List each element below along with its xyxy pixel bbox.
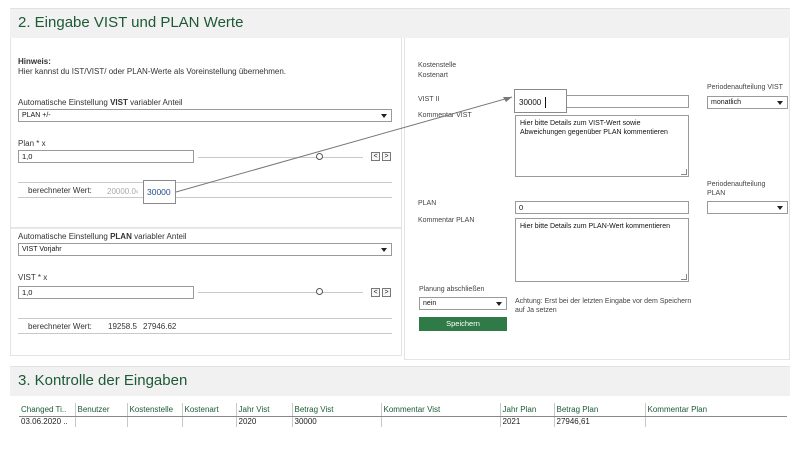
column-header[interactable]: Kostenart (182, 403, 237, 417)
table-cell: 03.06.2020 .. (19, 416, 76, 427)
column-header[interactable]: Changed Ti.. (19, 403, 76, 417)
table-cell: 2020 (236, 416, 293, 427)
column-header[interactable]: Betrag Vist (292, 403, 382, 417)
table-cell (645, 416, 787, 427)
column-header[interactable]: Betrag Plan (554, 403, 646, 417)
table-cell (381, 416, 501, 427)
table-row[interactable]: 03.06.2020 .. 2020 30000 2021 27946,61 (19, 416, 787, 427)
control-table: Changed Ti.. Benutzer Kostenstelle Koste… (19, 403, 787, 427)
table-header-row: Changed Ti.. Benutzer Kostenstelle Koste… (19, 403, 787, 417)
section-3-title: 3. Kontrolle der Eingaben (18, 372, 188, 389)
column-header[interactable]: Kommentar Vist (381, 403, 501, 417)
table-cell: 30000 (292, 416, 382, 427)
column-header[interactable]: Benutzer (75, 403, 128, 417)
table-cell: 27946,61 (554, 416, 646, 427)
column-header[interactable]: Jahr Vist (236, 403, 293, 417)
table-cell (127, 416, 183, 427)
table-cell (182, 416, 237, 427)
column-header[interactable]: Kommentar Plan (645, 403, 787, 417)
table-cell (75, 416, 128, 427)
column-header[interactable]: Jahr Plan (500, 403, 555, 417)
column-header[interactable]: Kostenstelle (127, 403, 183, 417)
table-cell: 2021 (500, 416, 555, 427)
